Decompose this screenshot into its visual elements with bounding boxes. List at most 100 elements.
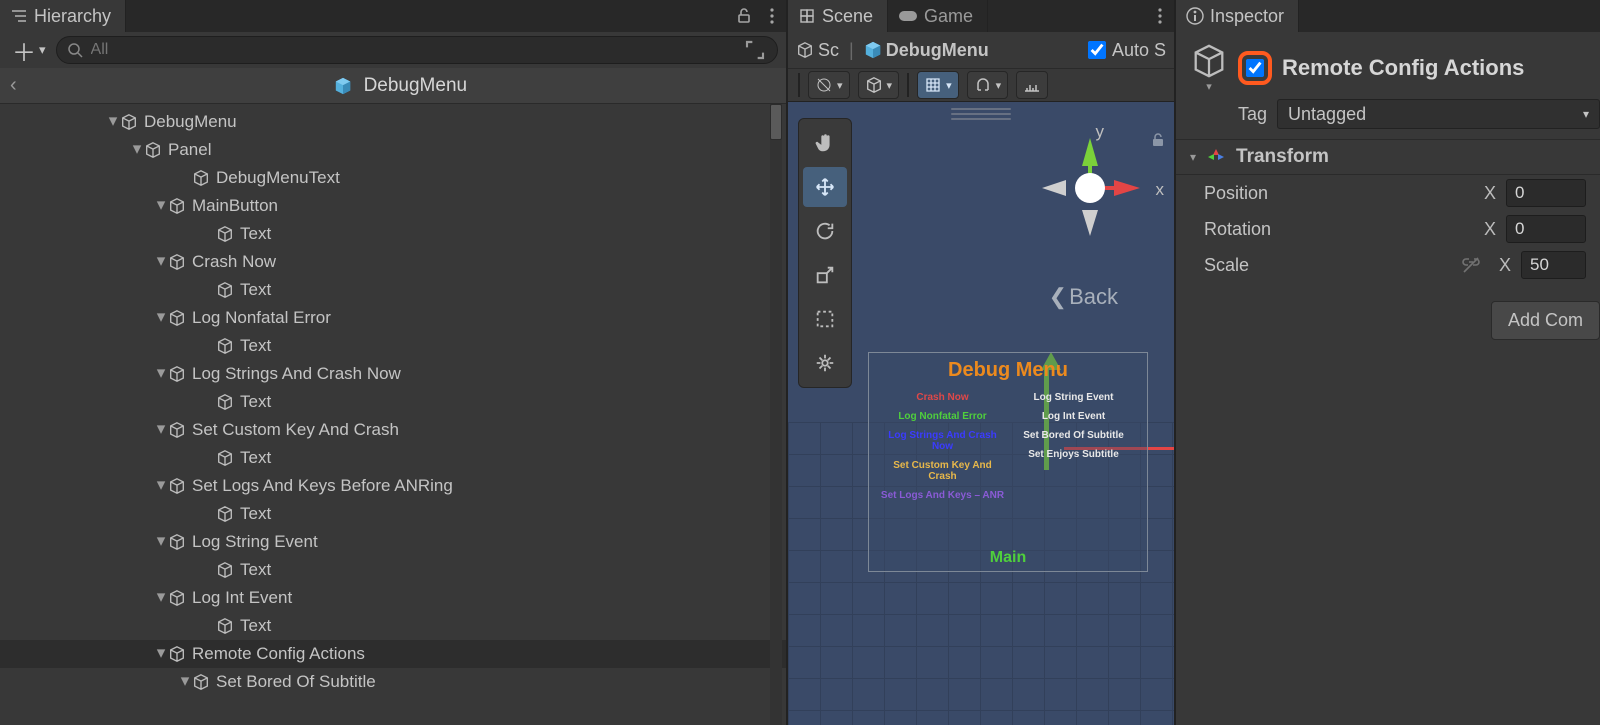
hierarchy-scrollbar-thumb[interactable] [770,104,782,140]
tree-row[interactable]: Text [0,444,786,472]
scene-view[interactable]: y x ❮ Back Debug Menu Crash Now Log Nonf… [788,102,1174,725]
tree-label: Set Bored Of Subtitle [216,672,376,692]
tree-row[interactable]: Text [0,556,786,584]
scene-tabbar: Scene Game [788,0,1174,32]
tree-row[interactable]: Log Strings And Crash Now [0,360,786,388]
lock-icon[interactable] [730,2,758,30]
dm-btn-logstr[interactable]: Log String Event [1034,392,1114,403]
dm-btn-setlogs[interactable]: Set Logs And Keys – ANR [881,490,1004,501]
object-active-toggle[interactable] [1246,59,1264,77]
orientation-gizmo[interactable] [1030,128,1150,248]
prefab-icon [864,41,882,59]
scene-crumb-current[interactable]: DebugMenu [864,40,989,61]
hierarchy-tab[interactable]: Hierarchy [0,0,126,32]
scale-label: Scale [1204,255,1394,276]
add-object-button[interactable]: ＋ ▾ [8,33,50,68]
tree-label: Text [240,616,271,636]
gameobj-icon [192,673,210,691]
tree-row[interactable]: Text [0,612,786,640]
dm-btn-main[interactable]: Main [990,549,1026,567]
rotate-tool[interactable] [803,211,847,251]
tree-label: Set Custom Key And Crash [192,420,399,440]
kebab-icon[interactable] [758,2,786,30]
hierarchy-tree: DebugMenu Panel DebugMenuText MainButton… [0,104,786,725]
hierarchy-scrollbar-track [770,104,782,725]
tree-row[interactable]: Log Nonfatal Error [0,304,786,332]
tree-row[interactable]: MainButton [0,192,786,220]
breadcrumb-back-icon[interactable]: ‹ [10,74,17,97]
tree-label: Panel [168,140,211,160]
tree-row[interactable]: Set Bored Of Subtitle [0,668,786,696]
tree-label: Text [240,504,271,524]
dm-btn-enjoys[interactable]: Set Enjoys Subtitle [1028,449,1119,460]
auto-save-checkbox[interactable] [1088,41,1106,59]
tree-row[interactable]: DebugMenu [0,108,786,136]
position-x-input[interactable] [1506,179,1586,207]
tree-row[interactable]: Panel [0,136,786,164]
kebab-icon[interactable] [1146,2,1174,30]
render-mode-button[interactable]: ▾ [858,71,900,99]
scale-tool[interactable] [803,255,847,295]
chevron-down-icon: ▾ [1190,150,1196,164]
draw-mode-button[interactable]: ▾ [808,71,850,99]
game-tab[interactable]: Game [888,0,988,32]
constrain-proportions-icon[interactable] [1461,255,1481,275]
scene-crumb-root[interactable]: Sc [796,40,839,61]
object-name[interactable]: Remote Config Actions [1282,55,1524,81]
tree-row[interactable]: Text [0,220,786,248]
hierarchy-search[interactable] [56,36,778,64]
drag-handle-icon[interactable] [951,108,1011,120]
tree-row[interactable]: DebugMenuText [0,164,786,192]
dm-btn-logint[interactable]: Log Int Event [1042,411,1105,422]
dm-btn-logstrings[interactable]: Log Strings And Crash Now [879,430,1006,452]
tree-row[interactable]: Set Logs And Keys Before ANRing [0,472,786,500]
dm-btn-bored[interactable]: Set Bored Of Subtitle [1023,430,1124,441]
gameobj-icon [796,41,814,59]
scale-x-input[interactable] [1521,251,1586,279]
tree-row[interactable]: Text [0,388,786,416]
dm-btn-crash[interactable]: Crash Now [916,392,968,403]
tree-label: Log Strings And Crash Now [192,364,401,384]
tree-row[interactable]: Crash Now [0,248,786,276]
tree-label: Text [240,280,271,300]
persp-lock-icon[interactable] [1150,132,1166,148]
rect-tool[interactable] [803,299,847,339]
inspector-tab-label: Inspector [1210,6,1284,27]
snap-toggle-button[interactable]: ▾ [967,71,1009,99]
tree-row[interactable]: Log String Event [0,528,786,556]
transform-tool[interactable] [803,343,847,383]
tree-row-selected[interactable]: Remote Config Actions [0,640,786,668]
increment-snap-button[interactable] [1016,71,1048,99]
tree-label: Crash Now [192,252,276,272]
tree-label: Text [240,336,271,356]
tree-label: MainButton [192,196,278,216]
tree-label: Set Logs And Keys Before ANRing [192,476,453,496]
scene-tab[interactable]: Scene [788,0,888,32]
back-button[interactable]: ❮ Back [1049,284,1118,310]
chevron-down-icon[interactable]: ▾ [1206,80,1212,93]
expand-search-icon[interactable] [743,38,767,62]
tree-label: Text [240,224,271,244]
tree-row[interactable]: Text [0,500,786,528]
transform-label: Transform [1236,146,1329,168]
tag-dropdown[interactable]: Untagged ▾ [1277,99,1600,129]
search-input[interactable] [91,41,735,59]
search-icon [67,42,83,58]
tag-value: Untagged [1288,104,1366,125]
move-tool[interactable] [803,167,847,207]
tree-row[interactable]: Text [0,276,786,304]
grid-toggle-button[interactable]: ▾ [917,71,959,99]
auto-save-toggle[interactable]: Auto S [1088,40,1166,61]
tree-row[interactable]: Log Int Event [0,584,786,612]
add-component-button[interactable]: Add Com [1491,301,1600,340]
rotation-x-input[interactable] [1506,215,1586,243]
tree-row[interactable]: Set Custom Key And Crash [0,416,786,444]
inspector-tab[interactable]: Inspector [1176,0,1299,32]
dm-btn-nonfatal[interactable]: Log Nonfatal Error [898,411,986,422]
transform-header[interactable]: ▾ Transform [1176,139,1600,175]
gameobj-icon [192,169,210,187]
tree-row[interactable]: Text [0,332,786,360]
dm-btn-customkey[interactable]: Set Custom Key And Crash [879,460,1006,482]
hand-tool[interactable] [803,123,847,163]
gameobj-icon [168,197,186,215]
